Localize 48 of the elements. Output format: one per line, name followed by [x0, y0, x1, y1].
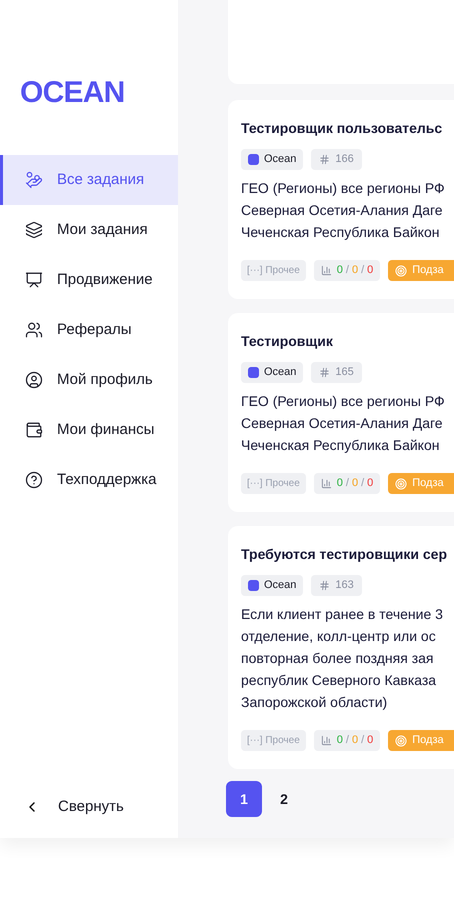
users-icon — [25, 321, 43, 339]
collapse-link[interactable]: Свернуть — [58, 796, 124, 818]
target-icon — [395, 264, 408, 276]
author-badge: Ocean — [241, 575, 304, 596]
task-title[interactable]: Требуются тестировщики сер — [241, 544, 454, 565]
wallet-icon — [25, 421, 43, 439]
stats-badge: 0 / 0 / 0 — [314, 473, 380, 494]
author-avatar-icon — [248, 367, 259, 378]
presentation-icon — [25, 271, 43, 289]
category-tag: [···] Прочее — [241, 260, 306, 281]
sidebar-item[interactable]: Мой профиль — [0, 355, 178, 405]
sidebar-item[interactable]: Мои финансы — [0, 405, 178, 455]
sidebar-item[interactable]: Мои задания — [0, 205, 178, 255]
target-icon — [395, 478, 408, 490]
bar-chart-icon — [320, 265, 332, 276]
category-tag: [···] Прочее — [241, 473, 306, 494]
id-badge: 166 — [311, 149, 362, 170]
task-description: ГЕО (Регионы) все регионы РФ Северная Осетия-Алания Даге Чеченская Республика Байкон — [241, 179, 446, 242]
sidebar-item[interactable]: Все задания — [0, 155, 178, 205]
id-badge: 165 — [311, 362, 362, 383]
hash-icon — [319, 580, 330, 591]
sidebar-item[interactable]: Продвижение — [0, 255, 178, 305]
task-description: ГЕО (Регионы) все регионы РФ Северная Осетия-Алания Даге Чеченская Республика Байкон — [241, 392, 446, 455]
layers-icon — [25, 221, 43, 239]
task-title[interactable]: Тестировщик пользовательс — [241, 118, 454, 139]
category-tag: [···] Прочее — [241, 730, 306, 751]
target-icon — [395, 734, 408, 746]
sidebar-item[interactable]: Рефералы — [0, 305, 178, 355]
user-circle-icon — [25, 371, 43, 389]
page-button[interactable]: 2 — [266, 781, 302, 817]
hash-icon — [319, 154, 330, 165]
bar-chart-icon — [320, 735, 332, 746]
task-title[interactable]: Тестировщик — [241, 331, 454, 352]
author-avatar-icon — [248, 154, 259, 165]
stats-badge: 0 / 0 / 0 — [314, 730, 380, 751]
sidebar-item[interactable]: Техподдержка — [0, 455, 178, 505]
help-icon — [25, 471, 43, 489]
author-avatar-icon — [248, 580, 259, 591]
id-badge: 163 — [311, 575, 362, 596]
page-button[interactable]: 1 — [226, 781, 262, 817]
task-description: Если клиент ранее в течение 3 отделение, колл-центр или ос повторная более поздняя зая республик Северного Кавказа Запорожской области) — [241, 605, 444, 712]
hash-icon — [319, 367, 330, 378]
logo: OCEAN — [20, 75, 125, 111]
author-badge: Ocean — [241, 362, 304, 383]
bar-chart-icon — [320, 478, 332, 489]
hand-coins-icon — [25, 171, 43, 189]
author-badge: Ocean — [241, 149, 304, 170]
stats-badge: 0 / 0 / 0 — [314, 260, 380, 281]
